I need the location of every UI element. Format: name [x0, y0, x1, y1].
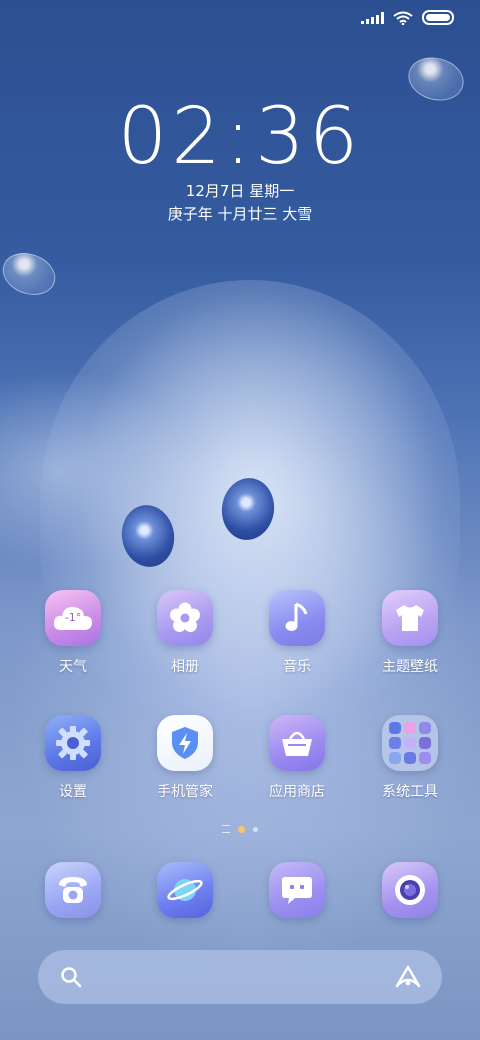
app-security[interactable]: 手机管家	[135, 715, 235, 801]
folder-icon	[382, 715, 438, 771]
app-label: 设置	[59, 784, 87, 800]
shield-lightning-icon	[157, 715, 213, 771]
assistant-icon[interactable]	[394, 964, 422, 990]
app-weather[interactable]: -1° 天气	[23, 590, 123, 676]
phone-icon	[45, 862, 101, 918]
status-bar	[361, 10, 454, 25]
page-dot-active[interactable]	[238, 825, 245, 833]
lock-clock-time: 02:36	[117, 92, 363, 182]
weather-temperature: -1°	[64, 611, 82, 624]
app-music[interactable]: 音乐	[247, 590, 347, 676]
search-bar[interactable]	[38, 950, 442, 1004]
app-label: 系统工具	[382, 784, 438, 800]
lock-clock-lunar-date: 庚子年 十月廿三 大雪	[167, 205, 313, 223]
signal-icon	[361, 11, 384, 24]
tshirt-icon	[382, 590, 438, 646]
lock-clock-date: 12月7日 星期一	[185, 182, 295, 200]
app-folder-system-tools[interactable]: 系统工具	[360, 715, 460, 801]
battery-icon	[422, 10, 454, 25]
page-indicator[interactable]	[0, 825, 480, 833]
app-store[interactable]: 应用商店	[247, 715, 347, 801]
basket-icon	[269, 715, 325, 771]
app-themes[interactable]: 主题壁纸	[360, 590, 460, 676]
app-label: 手机管家	[157, 784, 213, 800]
app-label: 相册	[171, 659, 199, 675]
music-note-icon	[269, 590, 325, 646]
flower-icon	[157, 590, 213, 646]
dock-phone[interactable]	[23, 862, 123, 918]
gear-icon	[45, 715, 101, 771]
dock-camera[interactable]	[360, 862, 460, 918]
app-label: 天气	[59, 659, 87, 675]
app-settings[interactable]: 设置	[23, 715, 123, 801]
page-indicator-feed[interactable]	[222, 825, 230, 833]
messages-icon	[269, 862, 325, 918]
wifi-icon	[393, 11, 413, 25]
app-label: 主题壁纸	[382, 659, 438, 675]
app-label: 应用商店	[269, 784, 325, 800]
dock-browser[interactable]	[135, 862, 235, 918]
browser-planet-icon	[157, 862, 213, 918]
water-drop	[0, 245, 62, 303]
camera-icon	[382, 862, 438, 918]
search-icon[interactable]	[60, 966, 82, 988]
dock-messages[interactable]	[247, 862, 347, 918]
app-gallery[interactable]: 相册	[135, 590, 235, 676]
page-dot[interactable]	[253, 826, 258, 832]
weather-cloud-icon: -1°	[45, 590, 101, 646]
app-label: 音乐	[283, 659, 311, 675]
